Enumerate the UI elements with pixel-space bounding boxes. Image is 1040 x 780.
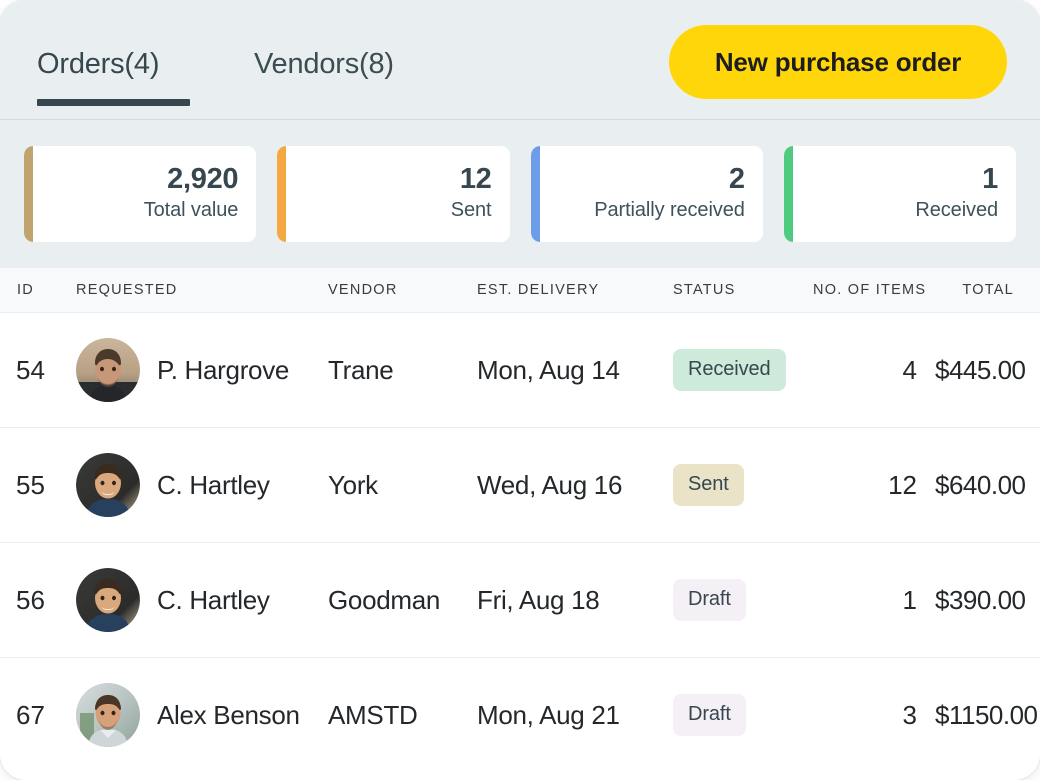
status-badge: Received [673,349,786,391]
cell-id: 67 [16,699,45,730]
cell-status: Received [673,349,813,391]
cell-total: $390.00 [935,584,1026,615]
stat-card-partially-received[interactable]: 2 Partially received [530,146,763,242]
stat-value: 2 [728,163,745,196]
cell-vendor: York [328,469,378,500]
stat-label: Sent [450,198,492,221]
cell-delivery: Fri, Aug 18 [477,584,600,615]
column-header-vendor[interactable]: Vendor [328,282,477,298]
requested-name: C. Hartley [157,469,270,500]
cell-delivery: Mon, Aug 14 [477,354,620,385]
cell-vendor: Goodman [328,584,441,615]
cell-items: 4 [902,354,917,385]
stat-value: 1 [982,163,998,196]
cell-id: 56 [16,584,45,615]
cell-vendor: AMSTD [328,699,418,730]
cell-status: Sent [673,464,813,506]
tab-orders[interactable]: Orders(4) [37,0,190,120]
stat-card-received[interactable]: 1 Received [783,146,1016,242]
status-badge: Draft [673,579,746,621]
column-header-delivery[interactable]: Est. delivery [477,282,673,298]
table-row[interactable]: 55 C. Hartley York Wed, Aug 16 Sent 12 $… [0,428,1040,543]
purchase-orders-panel: Orders(4) Vendors(8) New purchase order … [0,0,1040,780]
stat-label: Partially received [594,198,745,221]
status-badge: Sent [673,464,744,506]
requested-name: P. Hargrove [157,354,290,385]
stat-label: Received [915,198,998,221]
stat-label: Total value [143,198,239,221]
column-header-status[interactable]: Status [673,282,813,298]
table-row[interactable]: 54 P. Hargrove Trane Mon, Aug 14 Receive… [0,313,1040,428]
tab-vendors[interactable]: Vendors(8) [254,0,399,120]
cell-items: 12 [888,469,917,500]
stat-accent-bar [783,146,793,242]
cell-total: $1150.00 [935,699,1038,730]
cell-items: 1 [902,584,917,615]
stat-accent-bar [24,146,33,242]
cell-requested: Alex Benson [76,683,328,747]
cell-vendor: Trane [328,354,394,385]
stat-value: 12 [459,163,492,196]
tab-bar: Orders(4) Vendors(8) [37,0,399,120]
table-row[interactable]: 67 Alex Benson AMSTD Mon, Aug 21 Draft 3… [0,658,1040,772]
cell-delivery: Mon, Aug 21 [477,699,620,730]
stat-card-total-value[interactable]: 2,920 Total value [24,146,257,242]
column-header-requested[interactable]: Requested [76,282,328,298]
column-header-id[interactable]: ID [0,282,76,298]
cell-total: $640.00 [935,469,1026,500]
table-row[interactable]: 56 C. Hartley Goodman Fri, Aug 18 Draft … [0,543,1040,658]
cell-id: 54 [16,354,45,385]
cell-requested: P. Hargrove [76,338,328,402]
cell-items: 3 [902,699,917,730]
cell-status: Draft [673,694,813,736]
requested-name: C. Hartley [157,584,270,615]
requested-name: Alex Benson [157,699,300,730]
cell-total: $445.00 [935,354,1026,385]
avatar [76,568,140,632]
cell-requested: C. Hartley [76,568,328,632]
stat-value: 2,920 [167,163,239,196]
status-badge: Draft [673,694,746,736]
new-purchase-order-button[interactable]: New purchase order [669,25,1007,99]
stats-strip: 2,920 Total value 12 Sent 2 Partially re… [0,120,1040,268]
stat-accent-bar [277,146,287,242]
table-header-row: ID Requested Vendor Est. delivery Status… [0,268,1040,313]
panel-header: Orders(4) Vendors(8) New purchase order [0,0,1040,120]
cell-delivery: Wed, Aug 16 [477,469,623,500]
orders-table: ID Requested Vendor Est. delivery Status… [0,268,1040,772]
avatar [76,453,140,517]
tab-orders-label: Orders(4) [37,47,160,80]
cell-status: Draft [673,579,813,621]
cell-id: 55 [16,469,45,500]
column-header-total[interactable]: Total [935,282,1040,298]
stat-card-sent[interactable]: 12 Sent [277,146,510,242]
avatar [76,338,140,402]
cell-requested: C. Hartley [76,453,328,517]
tab-vendors-label: Vendors(8) [254,47,394,80]
avatar [76,683,140,747]
column-header-items[interactable]: No. of items [813,282,935,298]
stat-accent-bar [530,146,540,242]
